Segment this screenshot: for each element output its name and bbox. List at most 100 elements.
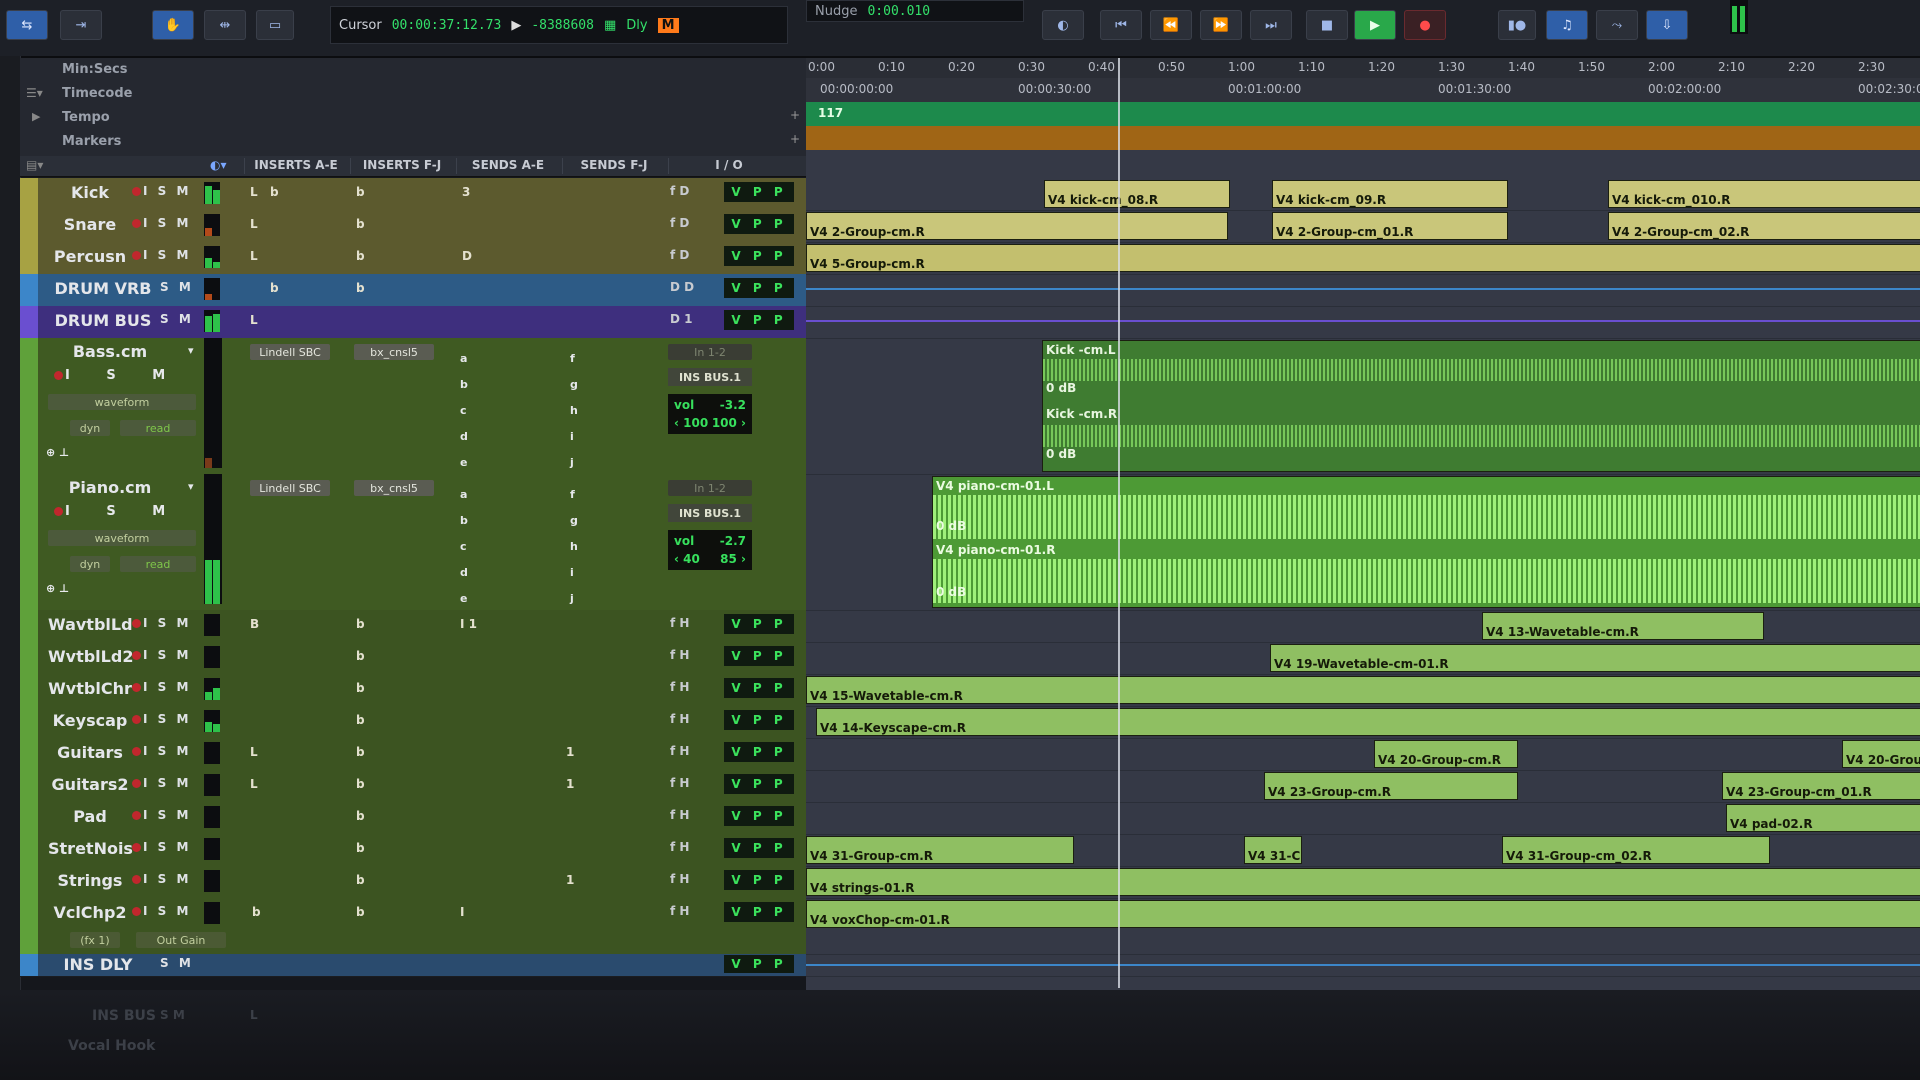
track-color-tab[interactable] [20, 706, 38, 738]
track-buttons[interactable]: I S M [143, 872, 191, 886]
sends-f-j-list[interactable]: fghij [570, 482, 578, 612]
clip[interactable]: V4 31-C [1244, 836, 1302, 864]
track-name[interactable]: Pad [48, 807, 132, 826]
lane-pad[interactable]: V4 pad-02.R [806, 802, 1920, 835]
lane-guitars2[interactable]: V4 23-Group-cm.R V4 23-Group-cm_01.R [806, 770, 1920, 803]
clip[interactable]: V4 piano-cm-01.L 0 dB V4 piano-cm-01.R 0… [932, 476, 1920, 608]
input-selector[interactable]: In 1-2 [668, 480, 752, 496]
track-kick[interactable]: Kick I S M L b b 3 f D V P P [20, 178, 806, 211]
clip[interactable]: V4 20-Group-cm.R [1374, 740, 1518, 768]
track-color-tab[interactable] [20, 642, 38, 674]
track-wvtblchr[interactable]: WvtblChr I S M b f H V P P [20, 674, 806, 707]
clip[interactable]: V4 2-Group-cm_02.R [1608, 212, 1920, 240]
record-enable-icon[interactable] [132, 747, 141, 756]
fast-forward-button[interactable]: ⏩ [1200, 10, 1242, 40]
markers-ruler[interactable] [806, 126, 1920, 150]
track-buttons[interactable]: S M [160, 312, 194, 326]
add-marker-icon[interactable]: + [790, 132, 800, 146]
track-buttons[interactable]: I S M [143, 648, 191, 662]
clip[interactable]: V4 31-Group-cm_02.R [1502, 836, 1770, 864]
track-color-tab[interactable] [20, 474, 38, 610]
insert-f[interactable]: b [356, 185, 365, 199]
clip[interactable]: V4 kick-cm_09.R [1272, 180, 1508, 208]
col-inserts-a-e[interactable]: INSERTS A-E [244, 158, 347, 174]
track-color-tab[interactable] [20, 898, 38, 954]
lane-guitars[interactable]: V4 20-Group-cm.R V4 20-Grou [806, 738, 1920, 771]
spot-mode-button[interactable]: ⇥ [60, 10, 102, 40]
sends-a-e-list[interactable]: abcde [460, 346, 468, 476]
clip[interactable]: V4 pad-02.R [1726, 804, 1920, 832]
track-name[interactable]: Bass.cm [60, 342, 160, 361]
track-vpp[interactable]: V P P [724, 774, 794, 794]
track-buttons[interactable]: I S M [143, 808, 191, 822]
insert-a[interactable]: L [250, 249, 258, 263]
track-rism-buttons[interactable]: I S M [54, 504, 181, 519]
track-buttons[interactable]: I S M [143, 248, 191, 262]
track-buttons[interactable]: I S M [143, 216, 191, 230]
track-buttons[interactable]: I S M [143, 840, 191, 854]
insert-f[interactable]: b [356, 617, 365, 631]
track-io[interactable]: f H [670, 808, 689, 822]
clip[interactable]: V4 14-Keyscape-cm.R [816, 708, 1920, 736]
record-enable-icon[interactable] [132, 187, 141, 196]
track-vpp[interactable]: V P P [724, 902, 794, 922]
clip[interactable]: V4 strings-01.R [806, 868, 1920, 896]
clip[interactable]: V4 2-Group-cm_01.R [1272, 212, 1508, 240]
record-enable-icon[interactable] [132, 843, 141, 852]
lane-vclchp2[interactable]: V4 voxChop-cm-01.R [806, 898, 1920, 955]
tracklist-menu-icon[interactable]: ▤▾ [26, 158, 43, 172]
send-a[interactable]: I 1 [460, 617, 477, 631]
view-selector[interactable]: waveform [48, 530, 196, 546]
track-stretnois[interactable]: StretNois I S M b f H V P P [20, 834, 806, 867]
clip[interactable]: V4 31-Group-cm.R [806, 836, 1074, 864]
output-selector[interactable]: INS BUS.1 [668, 368, 752, 386]
online-button[interactable]: ◐ [1042, 10, 1084, 40]
track-io[interactable]: f H [670, 776, 689, 790]
insert-a[interactable]: B [250, 617, 259, 631]
lane-kick[interactable]: V4 kick-cm_08.R V4 kick-cm_09.R V4 kick-… [806, 178, 1920, 211]
record-enable-icon[interactable] [132, 251, 141, 260]
lane-wvtblchr[interactable]: V4 15-Wavetable-cm.R [806, 674, 1920, 707]
insert-a-plugin[interactable]: Lindell SBC [250, 344, 330, 360]
wait-for-note-button[interactable]: ⤳ [1596, 10, 1638, 40]
col-io[interactable]: I / O [668, 158, 789, 174]
insert-f[interactable]: b [356, 905, 365, 919]
track-buttons[interactable]: I S M [143, 184, 191, 198]
track-io[interactable]: f H [670, 744, 689, 758]
clip[interactable]: V4 23-Group-cm_01.R [1722, 772, 1920, 800]
lane-ins-dly[interactable] [806, 954, 1920, 977]
send-a[interactable]: D [462, 249, 472, 263]
track-buttons[interactable]: I S M [143, 904, 191, 918]
insert-f[interactable]: b [356, 713, 365, 727]
lane-drum-vrb[interactable] [806, 274, 1920, 307]
track-buttons[interactable]: I S M [143, 712, 191, 726]
track-vpp[interactable]: V P P [724, 678, 794, 698]
sends-a-e-list[interactable]: abcde [460, 482, 468, 612]
insert-b-plugin[interactable]: bx_cnsl5 [354, 344, 434, 360]
track-rism-buttons[interactable]: I S M [54, 368, 181, 383]
playhead-cursor[interactable] [1118, 58, 1120, 988]
automation-mode[interactable]: read [120, 420, 196, 436]
timecode-ruler[interactable]: 00:00:00:00 00:00:30:00 00:01:00:00 00:0… [806, 78, 1920, 102]
stop-button[interactable]: ■ [1306, 10, 1348, 40]
insert-f[interactable]: b [356, 809, 365, 823]
track-name[interactable]: Kick [48, 183, 132, 202]
grabber-tool-button[interactable]: ✋ [152, 10, 194, 40]
track-extras-icon[interactable]: ⊕ ⊥ [46, 446, 69, 459]
record-enable-icon[interactable] [132, 907, 141, 916]
return-to-zero-button[interactable]: ⏮ [1100, 10, 1142, 40]
track-vpp[interactable]: V P P [724, 955, 794, 973]
automation-mode[interactable]: read [120, 556, 196, 572]
record-enable-icon[interactable] [132, 683, 141, 692]
track-vpp[interactable]: V P P [724, 710, 794, 730]
clip[interactable]: V4 voxChop-cm-01.R [806, 900, 1920, 928]
track-buttons[interactable]: I S M [143, 744, 191, 758]
lane-keyscap[interactable]: V4 14-Keyscape-cm.R [806, 706, 1920, 739]
track-extras-icon[interactable]: ⊕ ⊥ [46, 582, 69, 595]
insert-f[interactable]: b [356, 841, 365, 855]
insert-f[interactable]: b [356, 649, 365, 663]
tempo-expand-icon[interactable]: ▶ [32, 110, 40, 123]
lane-piano[interactable]: V4 piano-cm-01.L 0 dB V4 piano-cm-01.R 0… [806, 474, 1920, 611]
track-ins-bus-insert[interactable]: L [250, 1008, 258, 1022]
track-color-tab[interactable] [20, 338, 38, 474]
